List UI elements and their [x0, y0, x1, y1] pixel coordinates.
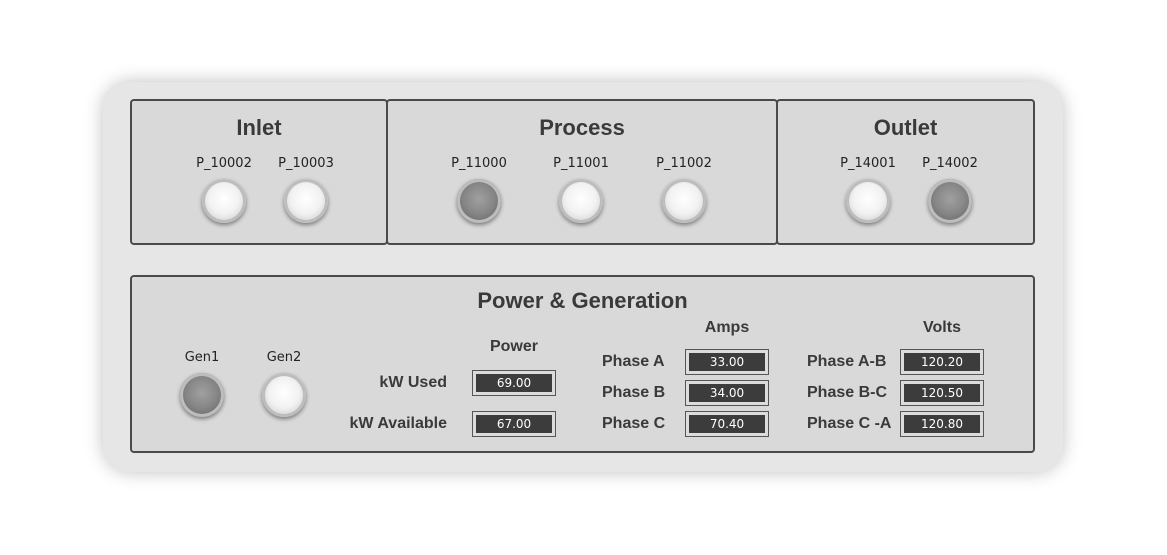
pump-p-11001[interactable]: P_11001	[546, 155, 616, 223]
pump-p-11000[interactable]: P_11000	[444, 155, 514, 223]
generator-gen2[interactable]: Gen2	[249, 349, 319, 417]
outlet-panel: Outlet P_14001 P_14002	[776, 99, 1035, 245]
phase-a-b-label: Phase A-B	[807, 353, 887, 370]
kw-used-value: 69.00	[476, 374, 552, 392]
pump-label: P_10003	[278, 156, 334, 171]
phase-c-amps-display: 70.40	[685, 411, 769, 437]
phase-b-amps-value: 34.00	[689, 384, 765, 402]
hmi-frame: Inlet P_10002 P_10003 Process P_11000 P_…	[103, 82, 1063, 472]
pump-p-10002[interactable]: P_10002	[189, 155, 259, 223]
kw-available-value-display: 67.00	[472, 411, 556, 437]
phase-a-b-volts-display: 120.20	[900, 349, 984, 375]
outlet-title: Outlet	[873, 115, 938, 140]
phase-c-amps-value: 70.40	[689, 415, 765, 433]
phase-b-c-volts-display: 120.50	[900, 380, 984, 406]
phase-b-label: Phase B	[602, 384, 666, 401]
process-title: Process	[539, 115, 625, 140]
phase-c-a-volts-value: 120.80	[904, 415, 980, 433]
pump-label: P_11000	[451, 156, 507, 171]
pump-p-11002[interactable]: P_11002	[649, 155, 719, 223]
pump-status-indicator-icon[interactable]	[559, 179, 603, 223]
pump-status-indicator-icon[interactable]	[202, 179, 246, 223]
kw-available-label: kW Available	[349, 415, 447, 432]
inlet-title: Inlet	[236, 115, 282, 140]
phase-a-b-volts-value: 120.20	[904, 353, 980, 371]
pump-label: P_14001	[840, 156, 896, 171]
pump-p-10003[interactable]: P_10003	[271, 155, 341, 223]
generator-label: Gen1	[184, 350, 220, 365]
phase-c-label: Phase C	[602, 415, 666, 432]
phase-c-a-volts-display: 120.80	[900, 411, 984, 437]
kw-used-value-display: 69.00	[472, 370, 556, 396]
phase-a-amps-display: 33.00	[685, 349, 769, 375]
pump-p-14001[interactable]: P_14001	[833, 155, 903, 223]
pump-label: P_14002	[922, 156, 978, 171]
phase-c-a-label: Phase C -A	[807, 415, 892, 432]
pump-status-indicator-icon[interactable]	[662, 179, 706, 223]
power-generation-title: Power & Generation	[477, 288, 688, 313]
pump-status-indicator-icon[interactable]	[457, 179, 501, 223]
generator-status-indicator-icon[interactable]	[262, 373, 306, 417]
volts-header: Volts	[923, 319, 961, 336]
process-panel: Process P_11000 P_11001 P_11002	[386, 99, 778, 245]
inlet-panel: Inlet P_10002 P_10003	[130, 99, 388, 245]
power-generation-panel: Power & Generation Gen1 Gen2 Power kW Us…	[130, 275, 1035, 453]
amps-header: Amps	[704, 319, 750, 336]
pump-p-14002[interactable]: P_14002	[915, 155, 985, 223]
phase-a-amps-value: 33.00	[689, 353, 765, 371]
pump-label: P_10002	[196, 156, 252, 171]
pump-label: P_11002	[656, 156, 712, 171]
generator-gen1[interactable]: Gen1	[167, 349, 237, 417]
kw-used-label: kW Used	[379, 374, 447, 391]
phase-a-label: Phase A	[602, 353, 665, 370]
power-header: Power	[489, 338, 538, 355]
phase-b-c-label: Phase B-C	[807, 384, 888, 401]
kw-available-value: 67.00	[476, 415, 552, 433]
phase-b-amps-display: 34.00	[685, 380, 769, 406]
pump-status-indicator-icon[interactable]	[928, 179, 972, 223]
generator-status-indicator-icon[interactable]	[180, 373, 224, 417]
pump-status-indicator-icon[interactable]	[846, 179, 890, 223]
pump-status-indicator-icon[interactable]	[284, 179, 328, 223]
phase-b-c-volts-value: 120.50	[904, 384, 980, 402]
generator-label: Gen2	[266, 350, 302, 365]
pump-label: P_11001	[553, 156, 609, 171]
